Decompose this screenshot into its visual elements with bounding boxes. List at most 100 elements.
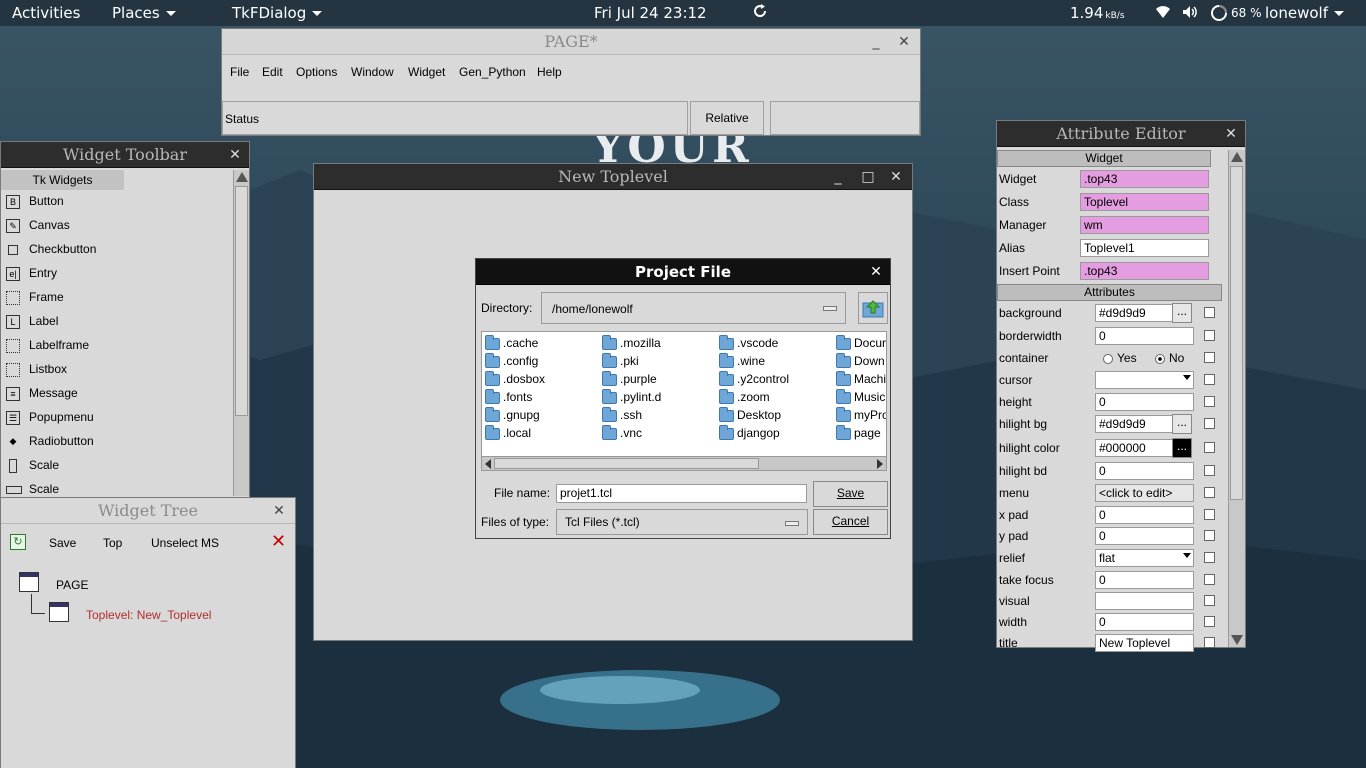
tree-save-button[interactable]: Save: [49, 536, 76, 550]
folder-entry[interactable]: .pylint.d: [602, 388, 661, 406]
folder-entry[interactable]: Desktop: [719, 406, 781, 424]
folder-entry[interactable]: .vscode: [719, 334, 778, 352]
tool-labelframe[interactable]: Labelframe: [1, 334, 233, 358]
folder-entry[interactable]: .wine: [719, 352, 765, 370]
cancel-button[interactable]: Cancel: [813, 509, 888, 535]
user-menu[interactable]: lonewolf: [1265, 4, 1344, 22]
attribute-value-input[interactable]: 0: [1095, 527, 1194, 545]
default-checkbox[interactable]: [1204, 330, 1215, 341]
folder-entry[interactable]: .config: [485, 352, 538, 370]
close-icon[interactable]: ✕: [225, 142, 245, 168]
tool-checkbutton[interactable]: Checkbutton: [1, 238, 233, 262]
folder-entry[interactable]: .y2control: [719, 370, 789, 388]
folder-entry[interactable]: .cache: [485, 334, 538, 352]
default-checkbox[interactable]: [1204, 637, 1215, 648]
attribute-value-input[interactable]: 0: [1095, 327, 1194, 345]
scroll-up-icon[interactable]: [236, 172, 248, 182]
attribute-combobox[interactable]: [1095, 371, 1194, 389]
up-directory-button[interactable]: [858, 292, 888, 324]
attribute-value-input[interactable]: #000000: [1095, 439, 1174, 457]
unselect-ms-button[interactable]: Unselect MS: [151, 536, 219, 550]
scroll-thumb[interactable]: [494, 458, 759, 469]
delete-icon[interactable]: ✕: [271, 531, 286, 552]
attribute-combobox[interactable]: flat: [1095, 549, 1194, 567]
tool-scale-horizontal[interactable]: Scale: [1, 478, 233, 496]
menu-widget[interactable]: Widget: [408, 65, 445, 79]
color-picker-button[interactable]: ...: [1172, 303, 1192, 323]
wifi-icon[interactable]: [1155, 5, 1171, 23]
default-checkbox[interactable]: [1204, 374, 1215, 385]
minimize-icon[interactable]: _: [866, 29, 886, 55]
default-checkbox[interactable]: [1204, 465, 1215, 476]
widget-row-value[interactable]: wm: [1080, 216, 1209, 234]
app-menu[interactable]: TkFDialog: [232, 4, 323, 22]
attribute-value-input[interactable]: New Toplevel: [1095, 634, 1194, 652]
tree-top-button[interactable]: Top: [103, 536, 122, 550]
folder-entry[interactable]: Down: [836, 352, 885, 370]
tool-radiobutton[interactable]: ◆ Radiobutton: [1, 430, 233, 454]
attribute-value-input[interactable]: 0: [1095, 506, 1194, 524]
folder-entry[interactable]: .vnc: [602, 424, 642, 442]
radio-no[interactable]: No: [1155, 351, 1184, 365]
attribute-value-input[interactable]: #d9d9d9: [1095, 304, 1174, 322]
scroll-up-icon[interactable]: [1231, 152, 1243, 162]
close-icon[interactable]: ✕: [269, 498, 289, 524]
minimize-icon[interactable]: _: [828, 164, 848, 190]
attribute-editor-titlebar[interactable]: Attribute Editor ✕: [997, 121, 1245, 147]
battery-icon[interactable]: [1210, 4, 1228, 26]
default-checkbox[interactable]: [1204, 418, 1215, 429]
tool-listbox[interactable]: Listbox: [1, 358, 233, 382]
default-checkbox[interactable]: [1204, 352, 1215, 363]
attribute-value-input[interactable]: 0: [1095, 393, 1194, 411]
scroll-left-icon[interactable]: [485, 459, 491, 469]
tree-root-label[interactable]: PAGE: [56, 578, 88, 592]
close-icon[interactable]: ✕: [1221, 121, 1241, 147]
activities-button[interactable]: Activities: [12, 4, 80, 22]
menu-options[interactable]: Options: [296, 65, 337, 79]
new-toplevel-titlebar[interactable]: New Toplevel _ □ ✕: [314, 164, 912, 190]
color-picker-button[interactable]: ...: [1172, 414, 1192, 434]
scroll-thumb[interactable]: [1230, 166, 1243, 500]
folder-entry[interactable]: .purple: [602, 370, 657, 388]
folder-entry[interactable]: myPro: [836, 406, 886, 424]
attribute-value-input[interactable]: [1095, 592, 1194, 610]
close-icon[interactable]: ✕: [866, 259, 886, 285]
filename-input[interactable]: projet1.tcl: [556, 484, 807, 503]
default-checkbox[interactable]: [1204, 530, 1215, 541]
maximize-icon[interactable]: □: [858, 164, 878, 190]
folder-entry[interactable]: page: [836, 424, 881, 442]
folder-entry[interactable]: .zoom: [719, 388, 770, 406]
color-picker-button[interactable]: ...: [1172, 438, 1192, 458]
attribute-value-input[interactable]: #d9d9d9: [1095, 415, 1174, 433]
folder-entry[interactable]: Machi: [836, 370, 886, 388]
widget-row-value[interactable]: .top43: [1080, 262, 1209, 280]
folder-entry[interactable]: .mozilla: [602, 334, 661, 352]
radio-yes[interactable]: Yes: [1103, 351, 1137, 365]
tool-canvas[interactable]: ✎ Canvas: [1, 214, 233, 238]
default-checkbox[interactable]: [1204, 595, 1215, 606]
refresh-tree-icon[interactable]: ↻: [10, 534, 26, 550]
default-checkbox[interactable]: [1204, 509, 1215, 520]
folder-entry[interactable]: .local: [485, 424, 531, 442]
toolbar-scrollbar[interactable]: [233, 170, 249, 496]
tool-entry[interactable]: e| Entry: [1, 262, 233, 286]
clock[interactable]: Fri Jul 24 23:12: [594, 4, 707, 22]
relative-toggle[interactable]: Relative: [690, 101, 764, 135]
folder-entry[interactable]: Docur: [836, 334, 886, 352]
folder-entry[interactable]: djangop: [719, 424, 780, 442]
filetype-menu[interactable]: Tcl Files (*.tcl): [556, 509, 808, 535]
default-checkbox[interactable]: [1204, 442, 1215, 453]
tool-scale[interactable]: Scale: [1, 454, 233, 478]
places-menu[interactable]: Places: [112, 4, 176, 22]
scroll-down-icon[interactable]: [1231, 635, 1243, 645]
attribute-scrollbar[interactable]: [1228, 150, 1245, 647]
menu-window[interactable]: Window: [351, 65, 394, 79]
default-checkbox[interactable]: [1204, 396, 1215, 407]
close-icon[interactable]: ✕: [894, 29, 914, 55]
folder-entry[interactable]: .pki: [602, 352, 639, 370]
volume-icon[interactable]: [1182, 5, 1198, 23]
directory-menu[interactable]: /home/lonewolf: [541, 292, 846, 324]
tool-label[interactable]: L Label: [1, 310, 233, 334]
horizontal-scrollbar[interactable]: [482, 456, 886, 470]
menu-gen-python[interactable]: Gen_Python: [459, 65, 526, 79]
